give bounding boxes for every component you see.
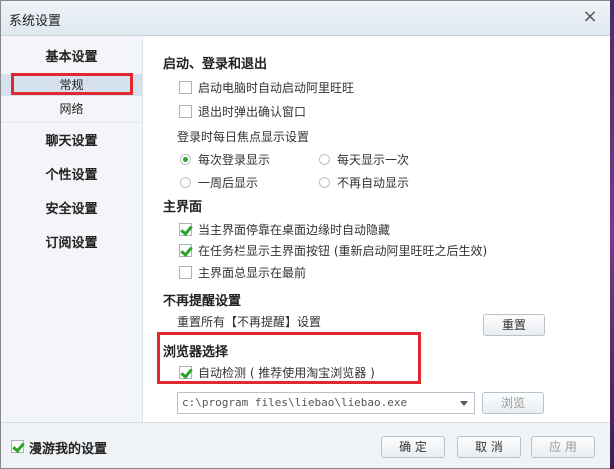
close-icon[interactable]: × [581,8,599,26]
radio-weekly-label: 一周后显示 [198,176,259,190]
general-settings-panel: 启动、登录和退出 启动电脑时自动启动阿里旺旺 退出时弹出确认窗口 登录时每日焦点… [143,36,613,422]
sidebar-item-security[interactable]: 安全设置 [1,198,142,217]
reset-reminder-text: 重置所有【不再提醒】设置 [177,315,322,329]
topmost-checkbox[interactable] [179,266,192,279]
reset-button[interactable]: 重置 [483,314,545,336]
radio-each-login[interactable] [180,154,191,165]
sidebar-item-chat[interactable]: 聊天设置 [1,130,142,149]
radio-never[interactable] [319,177,330,188]
exit-confirm-checkbox[interactable] [179,105,192,118]
reminder-section-title: 不再提醒设置 [163,294,242,309]
taskbar-button-label: 在任务栏显示主界面按钮 (重新启动阿里旺旺之后生效) [198,244,488,258]
browser-section-title: 浏览器选择 [163,345,229,360]
sidebar-item-basic[interactable]: 基本设置 [1,46,142,65]
footer-bar: 漫游我的设置 确 定 取 消 应 用 [1,422,613,468]
sidebar-item-personal[interactable]: 个性设置 [1,164,142,183]
radio-never-label: 不再自动显示 [337,176,410,190]
apply-button[interactable]: 应 用 [531,436,595,458]
main-ui-section-title: 主界面 [163,200,203,215]
browser-path-value: c:\program files\liebao\liebao.exe [182,396,408,409]
title-bar: 系统设置 × [1,1,613,36]
sidebar-item-subscribe[interactable]: 订阅设置 [1,232,142,251]
auto-detect-label: 自动检测 ( 推荐使用淘宝浏览器 ) [198,366,375,380]
startup-section-title: 启动、登录和退出 [163,57,268,72]
radio-weekly[interactable] [180,177,191,188]
auto-hide-label: 当主界面停靠在桌面边缘时自动隐藏 [198,223,391,237]
roam-settings-label: 漫游我的设置 [29,442,108,457]
radio-once-daily[interactable] [319,154,330,165]
topmost-label: 主界面总显示在最前 [198,266,307,280]
roam-settings-checkbox[interactable] [11,440,24,453]
settings-window: 系统设置 × 基本设置 常规 网络 聊天设置 个性设置 安全设置 订阅设置 启动… [0,0,614,469]
auto-hide-checkbox[interactable] [179,223,192,236]
cancel-button[interactable]: 取 消 [457,436,521,458]
sidebar-item-network[interactable]: 网络 [1,100,142,117]
window-title: 系统设置 [9,14,62,29]
sidebar-item-general[interactable]: 常规 [1,74,142,96]
desktop-background [610,0,614,469]
radio-each-login-label: 每次登录显示 [198,153,271,167]
focus-settings-label: 登录时每日焦点显示设置 [177,130,310,144]
radio-once-daily-label: 每天显示一次 [337,153,410,167]
auto-detect-checkbox[interactable] [179,366,192,379]
chevron-down-icon[interactable] [460,401,468,406]
ok-button[interactable]: 确 定 [381,436,445,458]
auto-start-label: 启动电脑时自动启动阿里旺旺 [198,81,355,95]
browse-button[interactable]: 浏览 [482,392,544,414]
sidebar-divider [1,122,142,123]
browser-path-select[interactable]: c:\program files\liebao\liebao.exe [177,392,475,414]
taskbar-button-checkbox[interactable] [179,244,192,257]
exit-confirm-label: 退出时弹出确认窗口 [198,105,307,119]
sidebar: 基本设置 常规 网络 聊天设置 个性设置 安全设置 订阅设置 [1,36,143,422]
auto-start-checkbox[interactable] [179,81,192,94]
